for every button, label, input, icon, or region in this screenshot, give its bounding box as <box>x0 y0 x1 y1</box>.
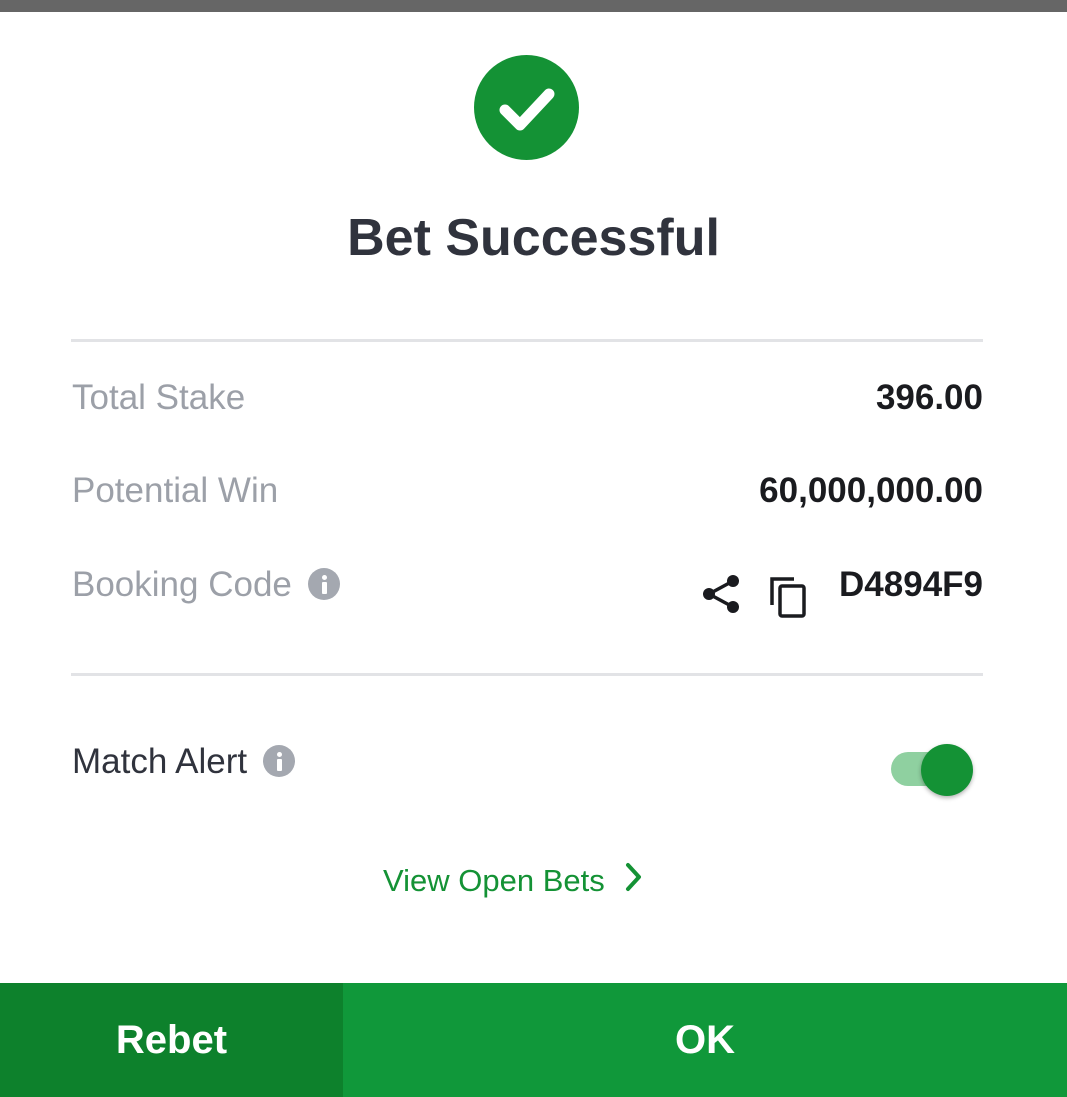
rebet-button[interactable]: Rebet <box>0 983 343 1097</box>
booking-code-value: D4894F9 <box>839 565 983 604</box>
copy-icon[interactable] <box>768 575 810 624</box>
info-icon[interactable] <box>307 567 340 600</box>
total-stake-label: Total Stake <box>72 378 246 417</box>
view-open-bets-label: View Open Bets <box>383 863 605 898</box>
booking-code-label: Booking Code <box>72 565 292 604</box>
total-stake-value: 396.00 <box>875 378 983 417</box>
bet-success-dialog: Bet Successful Total Stake 396.00 Potent… <box>0 12 1067 1097</box>
divider <box>71 673 983 676</box>
dialog-title: Bet Successful <box>347 209 720 267</box>
background-overlay <box>0 0 1067 12</box>
match-alert-toggle[interactable] <box>891 740 975 796</box>
match-alert-row: Match Alert <box>72 742 296 782</box>
booking-code-row: Booking Code <box>72 565 340 605</box>
share-icon[interactable] <box>700 573 742 620</box>
ok-button[interactable]: OK <box>343 983 1067 1097</box>
potential-win-value: 60,000,000.00 <box>759 471 983 510</box>
toggle-thumb <box>921 744 973 796</box>
chevron-right-icon <box>625 862 643 900</box>
match-alert-label: Match Alert <box>72 742 248 781</box>
info-icon[interactable] <box>263 744 296 777</box>
potential-win-label: Potential Win <box>72 471 279 510</box>
divider <box>71 339 983 342</box>
check-circle-icon <box>474 55 579 160</box>
view-open-bets-link[interactable]: View Open Bets <box>383 862 643 900</box>
